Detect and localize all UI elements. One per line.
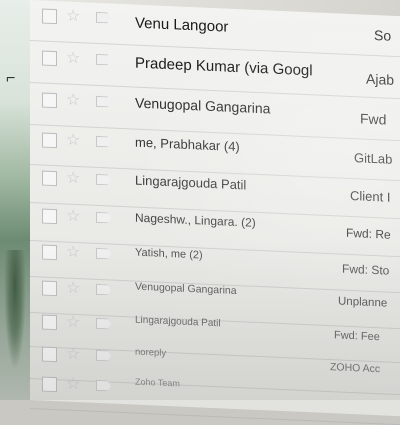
select-checkbox[interactable] xyxy=(42,208,57,225)
importance-marker-icon[interactable] xyxy=(96,212,111,224)
importance-marker-icon[interactable] xyxy=(96,248,111,260)
star-icon[interactable]: ☆ xyxy=(66,242,80,263)
star-icon[interactable]: ☆ xyxy=(66,374,80,395)
star-icon[interactable]: ☆ xyxy=(66,90,80,111)
email-subject: Ajab xyxy=(366,70,395,88)
email-sender: noreply xyxy=(135,346,167,359)
inbox-list: ☆ Venu Langoor So ☆ Pradeep Kumar (via G… xyxy=(30,0,400,425)
desktop-wallpaper-edge: ⌐ xyxy=(0,0,32,400)
select-checkbox[interactable] xyxy=(42,280,57,297)
star-icon[interactable]: ☆ xyxy=(66,278,80,299)
importance-marker-icon[interactable] xyxy=(96,54,111,66)
select-checkbox[interactable] xyxy=(42,132,57,149)
select-checkbox[interactable] xyxy=(42,92,57,109)
importance-marker-icon[interactable] xyxy=(96,136,111,148)
email-subject: ZOHO Acc xyxy=(330,361,381,376)
email-sender: Venugopal Gangarina xyxy=(135,94,271,117)
wallpaper-tree xyxy=(4,250,26,370)
star-icon[interactable]: ☆ xyxy=(66,48,80,69)
select-checkbox[interactable] xyxy=(42,50,57,67)
star-icon[interactable]: ☆ xyxy=(66,344,80,365)
email-sender: Nageshw., Lingara. (2) xyxy=(135,210,256,230)
select-checkbox[interactable] xyxy=(42,8,57,25)
email-subject: Fwd: Fee xyxy=(334,329,380,344)
email-sender: me, Prabhakar (4) xyxy=(135,134,240,155)
select-checkbox[interactable] xyxy=(42,314,57,331)
select-checkbox[interactable] xyxy=(42,170,57,187)
email-sender: Venugopal Gangarina xyxy=(135,280,237,298)
partial-glyph: ⌐ xyxy=(6,70,16,87)
email-subject: Unplanne xyxy=(338,295,388,310)
select-checkbox[interactable] xyxy=(42,244,57,261)
importance-marker-icon[interactable] xyxy=(96,284,111,296)
importance-marker-icon[interactable] xyxy=(96,318,111,330)
star-icon[interactable]: ☆ xyxy=(66,168,80,189)
email-subject: GitLab xyxy=(354,150,393,167)
importance-marker-icon[interactable] xyxy=(96,174,111,186)
importance-marker-icon[interactable] xyxy=(96,350,111,362)
email-sender: Lingarajgouda Patil xyxy=(135,172,247,193)
email-sender: Yatish, me (2) xyxy=(135,246,203,262)
email-subject: Fwd: Re xyxy=(346,225,391,242)
importance-marker-icon[interactable] xyxy=(96,380,111,392)
email-sender: Venu Langoor xyxy=(135,14,229,36)
email-sender: Lingarajgouda Patil xyxy=(135,314,221,330)
email-sender: Pradeep Kumar (via Googl xyxy=(135,54,313,80)
email-subject: So xyxy=(374,27,392,44)
email-subject: Client I xyxy=(350,187,391,205)
star-icon[interactable]: ☆ xyxy=(66,130,80,151)
star-icon[interactable]: ☆ xyxy=(66,206,80,227)
email-subject: Fwd: Sto xyxy=(342,261,390,278)
email-subject: Fwd xyxy=(360,110,387,128)
star-icon[interactable]: ☆ xyxy=(66,6,80,27)
email-sender: Zoho Team xyxy=(135,376,180,389)
star-icon[interactable]: ☆ xyxy=(66,312,80,333)
importance-marker-icon[interactable] xyxy=(96,12,111,24)
select-checkbox[interactable] xyxy=(42,346,57,363)
importance-marker-icon[interactable] xyxy=(96,96,111,108)
select-checkbox[interactable] xyxy=(42,376,57,393)
